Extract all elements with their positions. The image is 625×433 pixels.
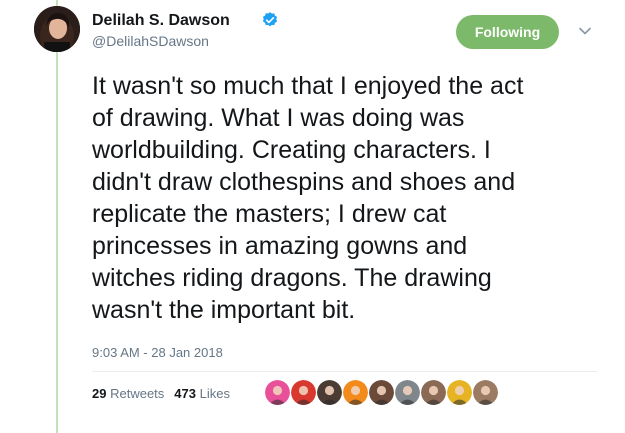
retweets-label: Retweets [110, 386, 165, 401]
tweet-text: It wasn't so much that I enjoyed the act… [92, 70, 592, 326]
tweet-text-line: witches riding dragons. The drawing [92, 264, 492, 292]
tweet-timestamp[interactable]: 9:03 AM - 28 Jan 2018 [92, 345, 223, 360]
chevron-down-icon[interactable] [578, 24, 592, 38]
tweet-text-line: worldbuilding. Creating characters. I [92, 136, 491, 164]
tweet-text-line: It wasn't so much that I enjoyed the act [92, 72, 524, 100]
avatar-woman-light-hair[interactable] [473, 380, 498, 405]
likes-label: Likes [199, 386, 230, 401]
tweet: Delilah S. Dawson @DelilahSDawson Follow… [34, 0, 608, 433]
avatar-pink-cartoon[interactable] [265, 380, 290, 405]
avatar-woman-dark-hair[interactable] [369, 380, 394, 405]
retweets-count: 29 [92, 386, 107, 401]
avatar-grey-photo[interactable] [395, 380, 420, 405]
tweet-text-line: of drawing. What I was doing was [92, 104, 465, 132]
tweet-stats: 29 Retweets 473 Likes [92, 386, 230, 401]
avatar-orange-rebel[interactable] [343, 380, 368, 405]
avatar-sunflower[interactable] [447, 380, 472, 405]
avatar-dark-figure[interactable] [317, 380, 342, 405]
author-handle[interactable]: @DelilahSDawson [92, 33, 209, 49]
tweet-text-line: replicate the masters; I drew cat [92, 200, 447, 228]
thread-line [56, 0, 58, 433]
verified-badge-icon [262, 12, 278, 27]
avatar-woman-glasses[interactable] [421, 380, 446, 405]
tweet-text-line: didn't draw clothespins and shoes and [92, 168, 516, 196]
divider [92, 371, 597, 372]
retweets-stat[interactable]: 29 Retweets [92, 386, 164, 401]
tweet-text-line: princesses in amazing gowns and [92, 232, 468, 260]
tweet-text-line: wasn't the important bit. [92, 296, 356, 324]
author-name[interactable]: Delilah S. Dawson [92, 12, 230, 30]
following-button[interactable]: Following [456, 15, 559, 49]
likes-count: 473 [174, 386, 196, 401]
likes-stat[interactable]: 473 Likes [174, 386, 230, 401]
author-avatar[interactable] [34, 6, 80, 52]
avatar-red-patterned[interactable] [291, 380, 316, 405]
